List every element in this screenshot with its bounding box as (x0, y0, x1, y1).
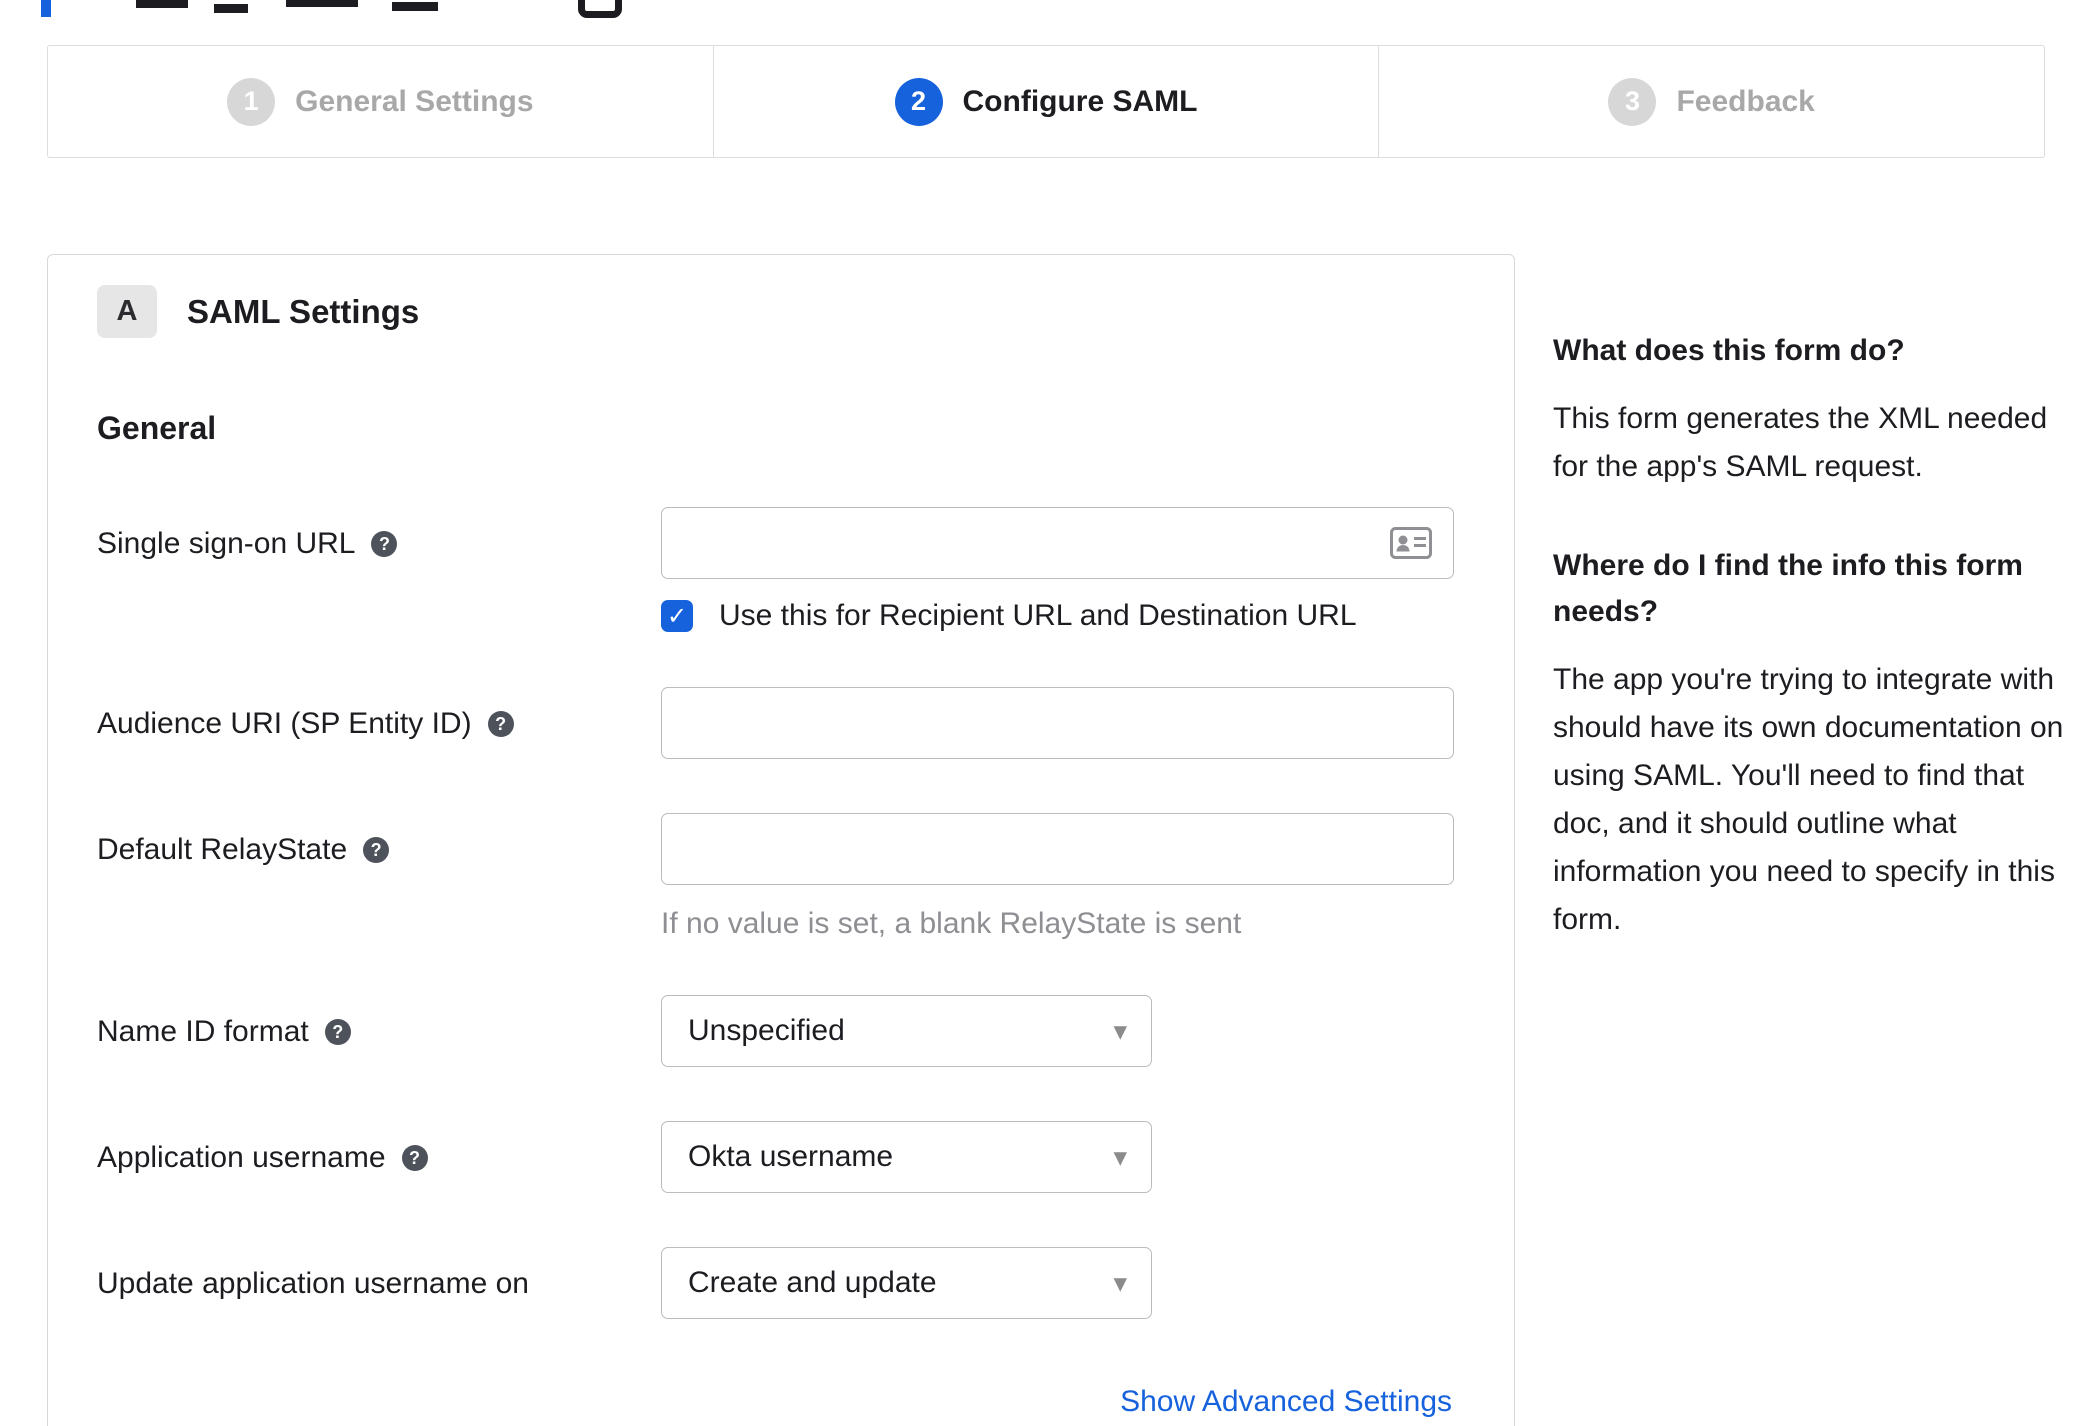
label-col: Default RelayState ? (97, 813, 661, 867)
help-icon[interactable]: ? (401, 1145, 428, 1171)
relaystate-hint: If no value is set, a blank RelayState i… (661, 907, 1242, 940)
title-text-fragment (136, 0, 188, 8)
help-icon[interactable]: ? (487, 711, 514, 737)
general-section-title: General (97, 410, 217, 446)
title-text-fragment (392, 2, 438, 11)
field-label: Audience URI (SP Entity ID) (97, 707, 472, 740)
label-col: Application username ? (97, 1121, 661, 1175)
step-number-badge: 3 (1608, 77, 1657, 126)
saml-settings-card: A SAML Settings General Single sign-on U… (47, 254, 1515, 1426)
select-value: Okta username (688, 1140, 894, 1173)
form-row-audience-uri: Audience URI (SP Entity ID) ? (97, 687, 1454, 759)
field-label: Update application username on (97, 1267, 529, 1300)
help-sidebar: What does this form do? This form genera… (1553, 328, 2065, 996)
control-col: Okta username ▾ (661, 1121, 1454, 1193)
help-icon[interactable]: ? (363, 837, 390, 863)
chevron-down-icon: ▾ (1113, 1141, 1127, 1172)
app-username-select[interactable]: Okta username ▾ (661, 1121, 1152, 1193)
label-col: Audience URI (SP Entity ID) ? (97, 687, 661, 741)
field-label: Application username (97, 1141, 386, 1174)
card-header: A SAML Settings (97, 285, 1454, 338)
title-text-fragment (286, 0, 358, 7)
step-label: Configure SAML (962, 84, 1198, 118)
label-col: Name ID format ? (97, 995, 661, 1049)
control-col: If no value is set, a blank RelayState i… (661, 813, 1454, 941)
step-general-settings[interactable]: 1 General Settings (48, 46, 713, 157)
chevron-down-icon: ▾ (1113, 1015, 1127, 1046)
form-row-update-username: Update application username on Create an… (97, 1247, 1454, 1319)
field-label: Name ID format (97, 1015, 309, 1048)
card-title: SAML Settings (187, 292, 420, 330)
sidebar-heading: Where do I find the info this form needs… (1553, 548, 2023, 629)
cropped-page-header (0, 0, 2092, 26)
nameid-format-select[interactable]: Unspecified ▾ (661, 995, 1152, 1067)
label-col: Single sign-on URL ? (97, 507, 661, 561)
update-username-select[interactable]: Create and update ▾ (661, 1247, 1152, 1319)
step-feedback[interactable]: 3 Feedback (1378, 46, 2044, 157)
relaystate-input[interactable] (661, 813, 1454, 885)
field-label: Default RelayState (97, 833, 348, 866)
chevron-down-icon: ▾ (1113, 1267, 1127, 1298)
sidebar-body: The app you're trying to integrate with … (1553, 662, 2064, 936)
step-number-badge: 2 (894, 77, 943, 126)
advanced-settings-row: Show Advanced Settings (97, 1385, 1454, 1419)
help-icon[interactable]: ? (324, 1019, 351, 1045)
logo-fragment (41, 0, 51, 17)
select-value: Unspecified (688, 1014, 845, 1047)
step-label: General Settings (295, 84, 534, 118)
audience-uri-input[interactable] (661, 687, 1454, 759)
control-col: Unspecified ▾ (661, 995, 1454, 1067)
saml-form: Single sign-on URL ? ✓ Use this for Reci… (97, 507, 1454, 1419)
sidebar-body: This form generates the XML needed for t… (1553, 401, 2048, 483)
control-col: Create and update ▾ (661, 1247, 1454, 1319)
section-a-badge: A (97, 285, 157, 338)
form-row-sso-url: Single sign-on URL ? ✓ Use this for Reci… (97, 507, 1454, 633)
step-configure-saml[interactable]: 2 Configure SAML (712, 46, 1379, 157)
control-col: ✓ Use this for Recipient URL and Destina… (661, 507, 1454, 633)
contact-card-icon[interactable] (1390, 527, 1432, 559)
step-number-badge: 1 (227, 77, 276, 126)
title-text-fragment (214, 4, 248, 13)
recipient-url-checkbox-row: ✓ Use this for Recipient URL and Destina… (661, 599, 1454, 633)
sso-url-input-wrap (661, 507, 1454, 579)
sidebar-heading: What does this form do? (1553, 334, 1905, 367)
control-col (661, 687, 1454, 759)
wizard-stepper: 1 General Settings 2 Configure SAML 3 Fe… (47, 45, 2045, 158)
label-col: Update application username on (97, 1247, 661, 1301)
form-row-app-username: Application username ? Okta username ▾ (97, 1121, 1454, 1193)
help-icon[interactable]: ? (371, 531, 398, 557)
field-label: Single sign-on URL (97, 527, 356, 560)
select-value: Create and update (688, 1266, 937, 1299)
sso-url-input[interactable] (661, 507, 1454, 579)
recipient-url-checkbox[interactable]: ✓ (661, 600, 693, 632)
form-row-nameid-format: Name ID format ? Unspecified ▾ (97, 995, 1454, 1067)
form-row-relaystate: Default RelayState ? If no value is set,… (97, 813, 1454, 941)
show-advanced-settings-link[interactable]: Show Advanced Settings (1120, 1385, 1452, 1418)
checkbox-label: Use this for Recipient URL and Destinati… (719, 599, 1357, 632)
step-label: Feedback (1676, 84, 1815, 118)
header-icon-fragment (578, 0, 622, 18)
